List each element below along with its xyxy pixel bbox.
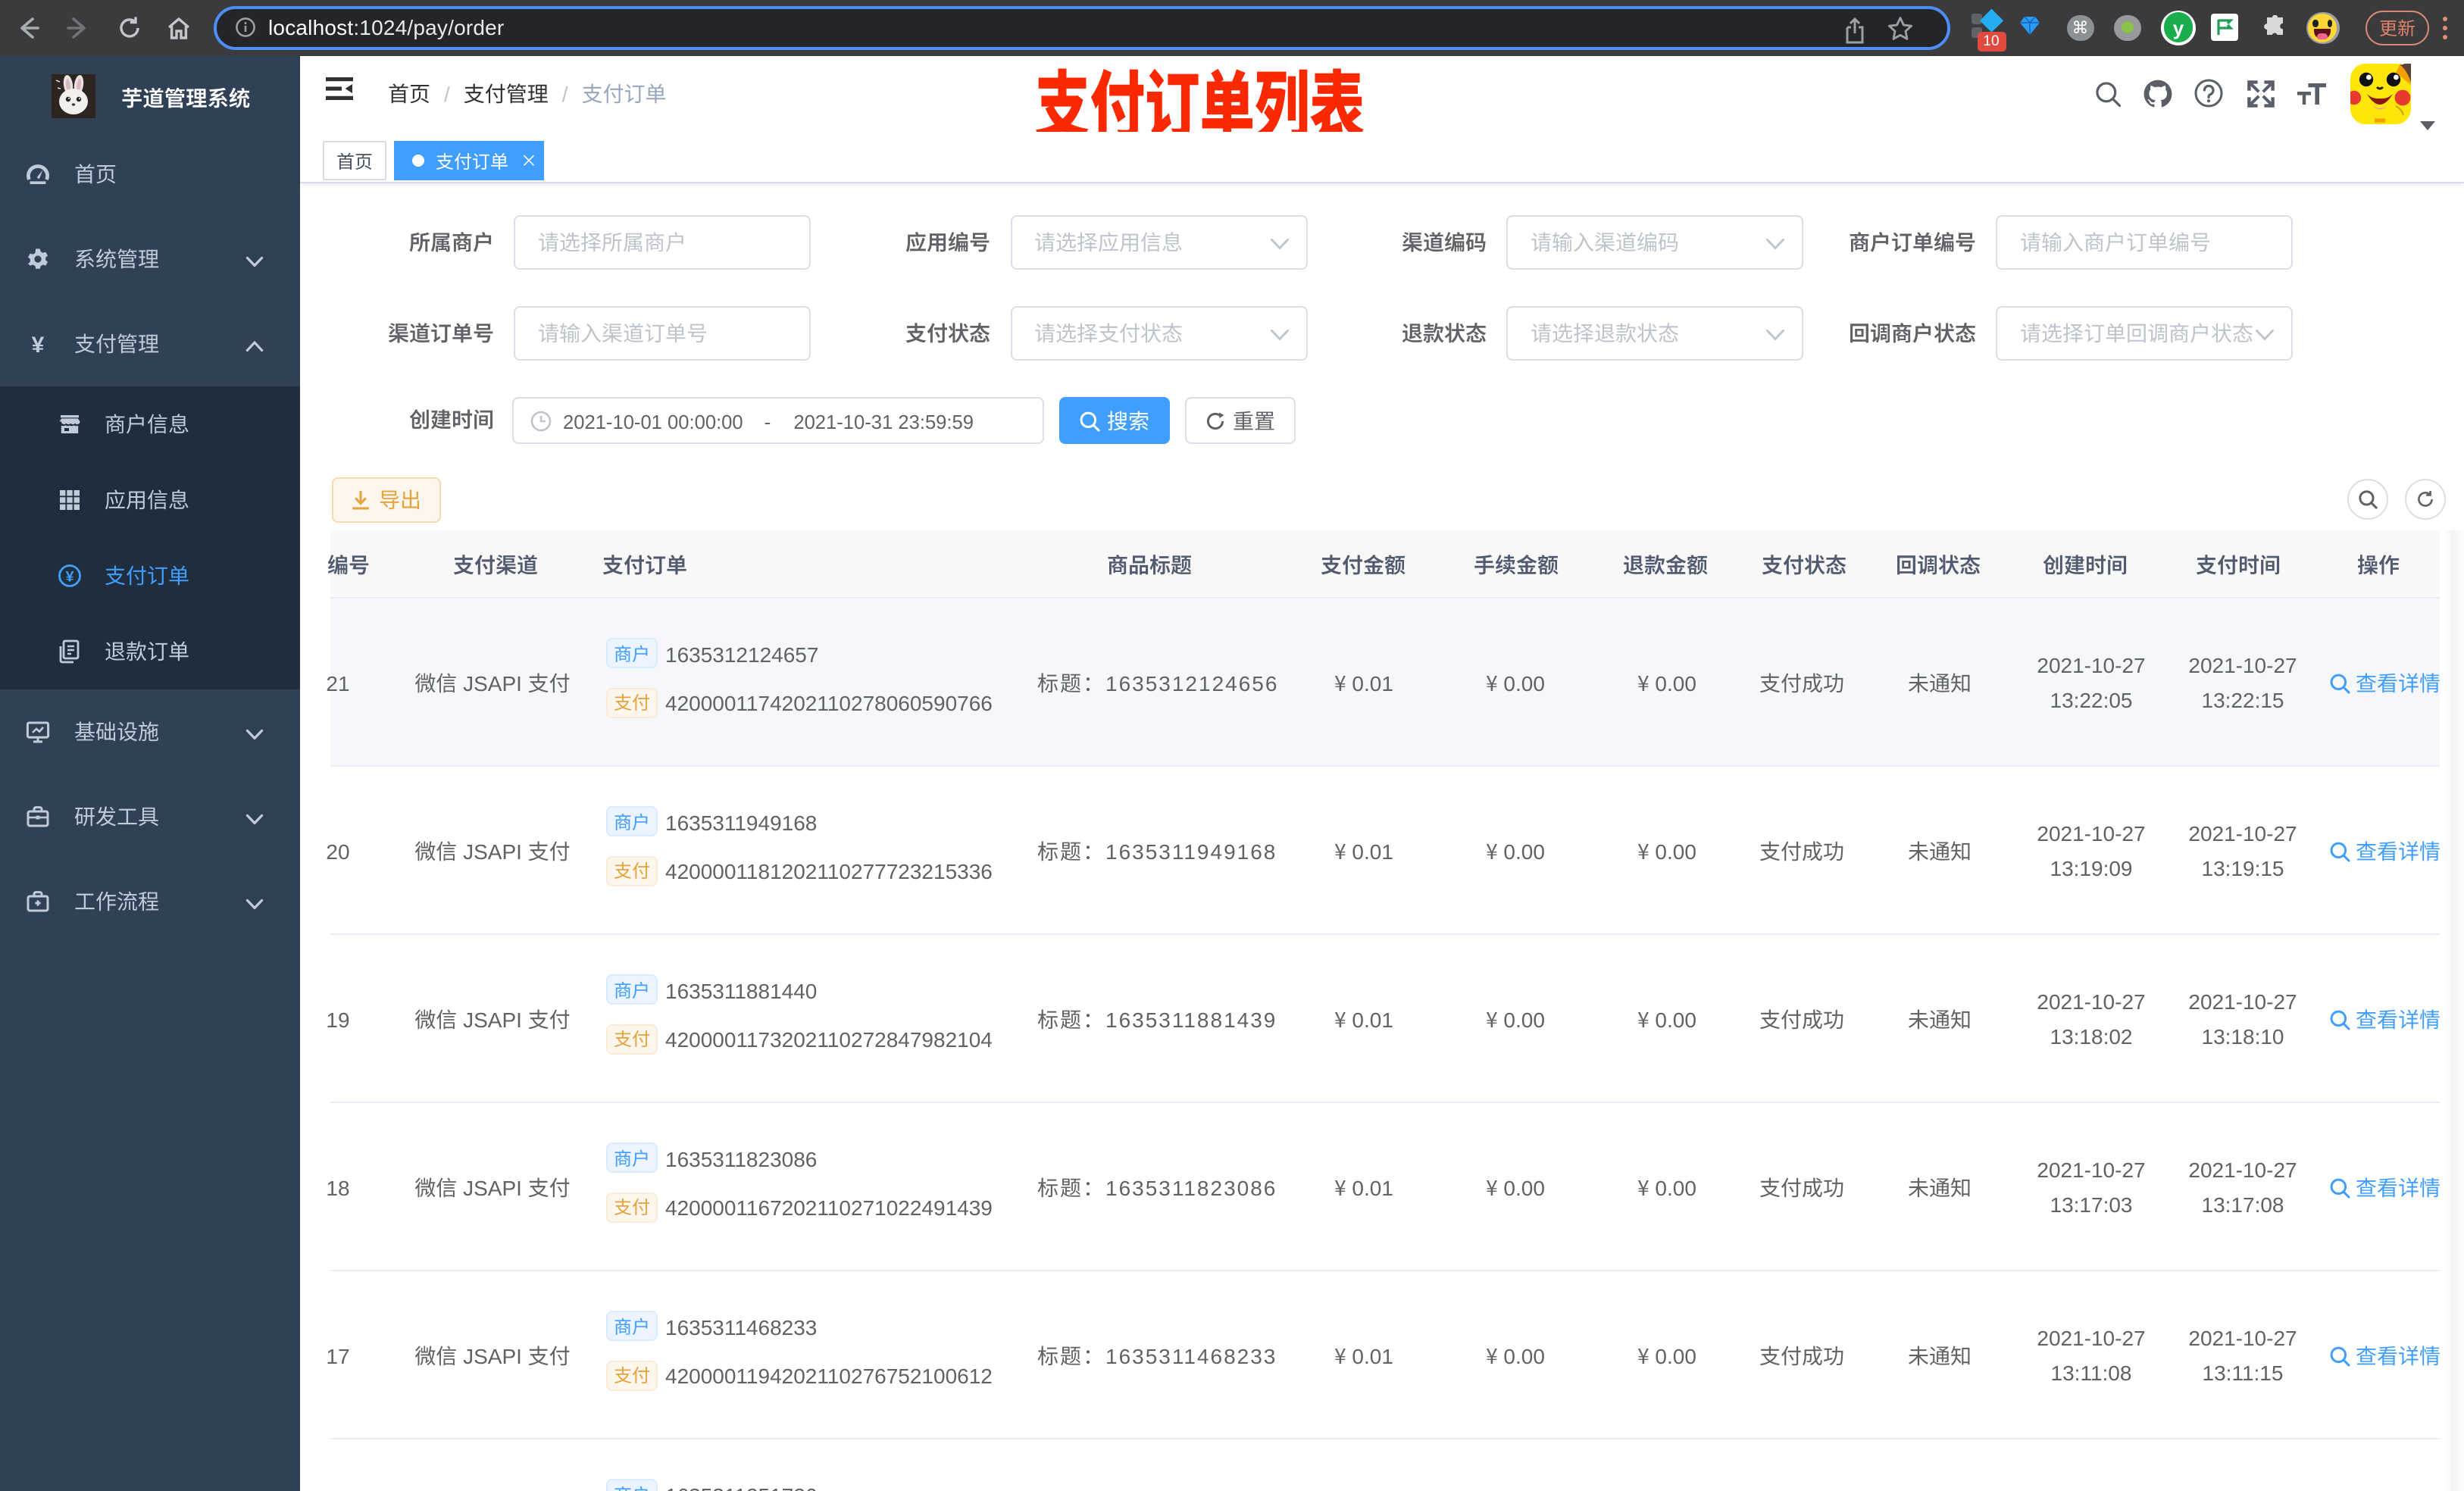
svg-text:¥: ¥ — [66, 567, 74, 584]
svg-text:¥: ¥ — [32, 332, 45, 355]
